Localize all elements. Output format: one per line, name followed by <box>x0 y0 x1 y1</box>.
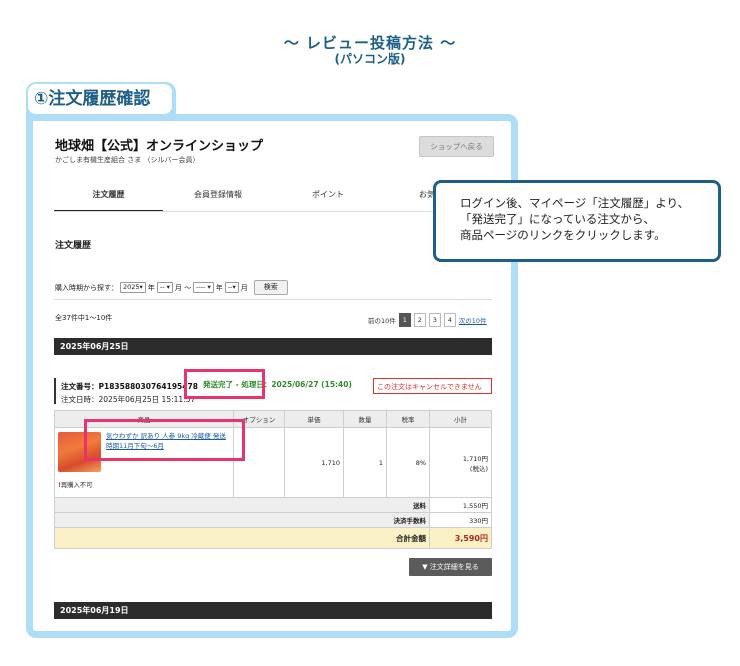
member-info: かごしま有機生産組合 さま （シルバー会員） <box>55 156 200 164</box>
product-link-highlight-box <box>84 419 245 461</box>
tab-order-history[interactable]: 注文履歴 <box>54 180 163 212</box>
shop-title: 地球畑【公式】オンラインショップ <box>55 139 264 154</box>
unit-price-cell: 1,710 <box>284 427 344 498</box>
order-date-header-2: 2025年06月19日 <box>54 602 492 619</box>
search-button[interactable]: 検索 <box>253 280 288 295</box>
status-highlight-box <box>184 369 265 399</box>
reorder-note: !再購入不可 <box>58 482 93 489</box>
year-suffix-2: 年 <box>215 283 223 292</box>
order-number: 注文番号：P183588030764195478 <box>61 382 198 391</box>
fee-label: 決済手数料 <box>54 512 430 528</box>
page-2[interactable]: 2 <box>413 313 426 327</box>
page-3[interactable]: 3 <box>428 313 441 327</box>
step-label: ①注文履歴確認 <box>28 84 172 114</box>
total-value: 3,590円 <box>429 527 492 549</box>
page-subheading: (パソコン版) <box>334 52 406 66</box>
month-from-select[interactable]: -- ▾ <box>156 282 173 293</box>
col-quantity: 数量 <box>343 410 387 428</box>
shipping-label: 送料 <box>54 497 430 513</box>
order-date-header: 2025年06月25日 <box>54 338 492 355</box>
quantity-cell: 1 <box>343 427 387 498</box>
total-label: 合計金額 <box>54 527 430 549</box>
year-select[interactable]: 2025▾ <box>120 282 146 293</box>
pagination: 前の10件 1 2 3 4 次の10件 <box>368 313 487 327</box>
month-suffix: 月 〜 <box>174 283 192 292</box>
col-subtotal: 小計 <box>429 410 492 428</box>
order-datetime: 注文日時：2025年06月25日 15:11:57 <box>61 395 196 404</box>
page-1[interactable]: 1 <box>398 313 411 327</box>
col-unit-price: 単価 <box>284 410 344 428</box>
subtotal-cell: 1,710円 (税込) <box>429 427 492 498</box>
search-divider <box>54 299 492 300</box>
fee-value: 330円 <box>429 512 492 528</box>
pager-prev: 前の10件 <box>368 317 396 325</box>
order-accent-bar <box>54 378 56 404</box>
shipping-value: 1,550円 <box>429 497 492 513</box>
cancel-unavailable-notice: この注文はキャンセルできません <box>373 378 492 394</box>
total-row: 合計金額 3,590円 <box>54 527 492 549</box>
month-to-select[interactable]: --▾ <box>224 282 239 293</box>
year-suffix: 年 <box>147 283 155 292</box>
fee-row: 決済手数料 330円 <box>54 512 492 528</box>
col-tax-rate: 税率 <box>386 410 430 428</box>
month-suffix-2: 月 <box>240 283 248 292</box>
callout-line-2: 「発送完了」になっている注文から、 <box>460 212 655 226</box>
section-title: 注文履歴 <box>55 241 92 251</box>
callout-line-3: 商品ページのリンクをクリックします。 <box>460 228 666 242</box>
tab-points[interactable]: ポイント <box>273 180 383 210</box>
page-4[interactable]: 4 <box>443 313 456 327</box>
search-row: 購入時期から探す： 2025▾ 年 -- ▾ 月 〜 ---- ▾ 年 --▾ … <box>55 280 288 295</box>
instruction-callout: ログイン後、マイページ「注文履歴」より、 「発送完了」になっている注文から、 商… <box>433 180 721 262</box>
year-to-select[interactable]: ---- ▾ <box>193 282 214 293</box>
tabs-divider <box>54 211 492 212</box>
back-to-shop-button[interactable]: ショップへ戻る <box>419 136 494 157</box>
tab-member-info[interactable]: 会員登録情報 <box>163 180 273 210</box>
order-detail-button[interactable]: ▼ 注文詳細を見る <box>409 558 492 576</box>
result-count: 全37件中1〜10件 <box>55 314 113 322</box>
search-label: 購入時期から探す： <box>55 283 118 292</box>
tax-rate-cell: 8% <box>386 427 430 498</box>
callout-line-1: ログイン後、マイページ「注文履歴」より、 <box>460 196 690 210</box>
pager-next-link[interactable]: 次の10件 <box>459 315 487 325</box>
shipping-row: 送料 1,550円 <box>54 497 492 513</box>
